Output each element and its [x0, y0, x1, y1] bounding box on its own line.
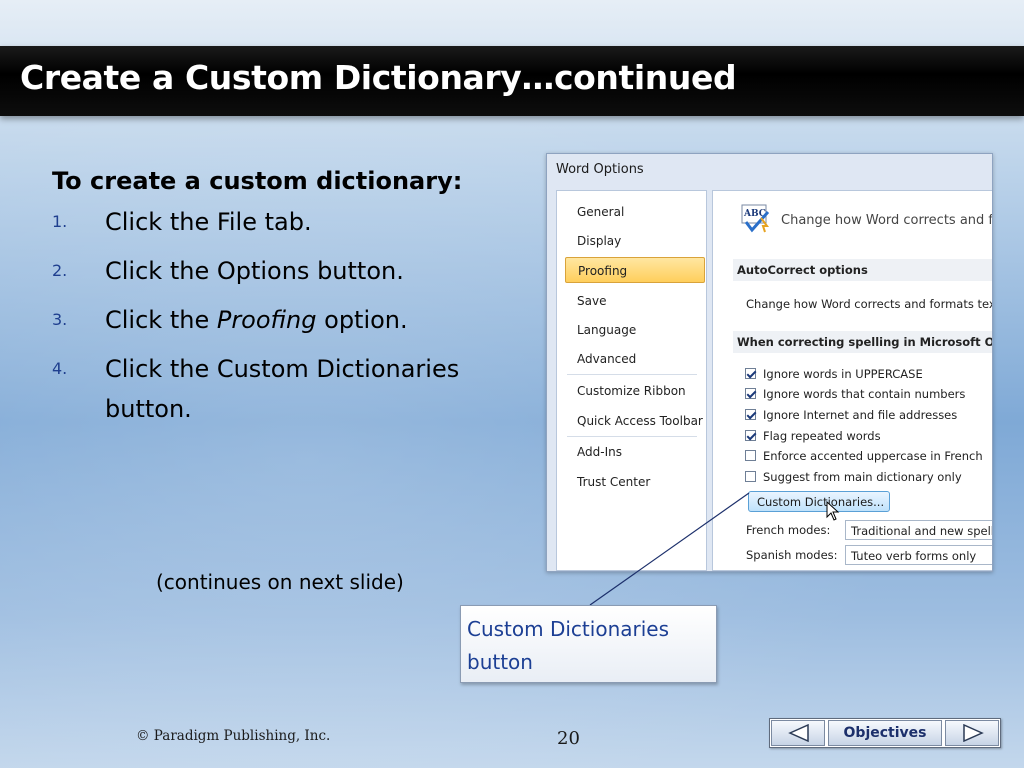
nav-item-proofing[interactable]: Proofing	[565, 257, 705, 283]
page-number: 20	[557, 728, 580, 749]
nav-item-language[interactable]: Language	[577, 323, 636, 337]
checkbox-label: Ignore Internet and file addresses	[763, 408, 958, 422]
autocorrect-section-header: AutoCorrect options	[733, 259, 992, 281]
title-bar: Create a Custom Dictionary…continued	[0, 46, 1024, 116]
checkbox-enforce-french[interactable]: Enforce accented uppercase in French	[745, 449, 983, 465]
checkbox-label: Enforce accented uppercase in French	[763, 449, 983, 463]
checkbox-checked[interactable]	[745, 409, 756, 420]
nav-item-trust-center[interactable]: Trust Center	[577, 475, 650, 489]
french-modes-label: French modes:	[746, 523, 831, 537]
slide-title: Create a Custom Dictionary…continued	[20, 58, 737, 97]
copyright-text: © Paradigm Publishing, Inc.	[136, 728, 331, 744]
word-options-dialog: Word Options General Display Proofing Sa…	[546, 153, 993, 572]
step-text-emphasis: Proofing	[216, 306, 317, 334]
step-item: 2. Click the Options button.	[52, 251, 472, 291]
previous-slide-button[interactable]	[771, 720, 825, 746]
step-text: Click the Custom Dictionaries button.	[105, 355, 460, 423]
left-triangle-icon	[788, 724, 809, 742]
nav-item-add-ins[interactable]: Add-Ins	[577, 445, 622, 459]
abc-check-icon: ABC	[741, 204, 770, 233]
step-text-pre: Click the	[105, 306, 217, 334]
step-list: 1. Click the File tab. 2. Click the Opti…	[52, 202, 472, 429]
right-triangle-icon	[963, 724, 984, 742]
checkbox-ignore-internet[interactable]: Ignore Internet and file addresses	[745, 408, 957, 424]
step-text: Click the File tab.	[105, 208, 312, 236]
step-item: 1. Click the File tab.	[52, 202, 472, 242]
continues-note: (continues on next slide)	[156, 570, 404, 594]
checkbox-ignore-numbers[interactable]: Ignore words that contain numbers	[745, 387, 965, 403]
checkbox-label: Flag repeated words	[763, 429, 881, 443]
checkbox-label: Ignore words that contain numbers	[763, 387, 966, 401]
dialog-title: Word Options	[556, 162, 644, 177]
checkbox-ignore-uppercase[interactable]: Ignore words in UPPERCASE	[745, 367, 923, 383]
spanish-modes-label: Spanish modes:	[746, 548, 838, 562]
proofing-header: Change how Word corrects and f	[781, 213, 993, 228]
intro-text: To create a custom dictionary:	[52, 167, 463, 195]
callout-box: Custom Dictionaries button	[460, 605, 717, 683]
spelling-section-header: When correcting spelling in Microsoft Of…	[733, 331, 992, 353]
proofing-panel: ABC Change how Word corrects and f AutoC…	[712, 190, 993, 571]
autocorrect-description: Change how Word corrects and formats tex	[746, 297, 993, 311]
slide-navigation: Objectives	[769, 718, 1001, 748]
mouse-cursor-icon	[826, 501, 840, 521]
nav-divider	[567, 374, 697, 375]
checkbox-checked[interactable]	[745, 430, 756, 441]
next-slide-button[interactable]	[945, 720, 999, 746]
nav-divider	[567, 436, 697, 437]
options-nav-panel: General Display Proofing Save Language A…	[556, 190, 707, 571]
nav-item-general[interactable]: General	[577, 205, 624, 219]
step-number: 4.	[52, 359, 68, 378]
step-number: 2.	[52, 261, 68, 280]
step-item: 3. Click the Proofing option.	[52, 300, 472, 340]
step-number: 3.	[52, 310, 68, 329]
nav-item-display[interactable]: Display	[577, 234, 621, 248]
step-text: Click the Options button.	[105, 257, 404, 285]
checkbox-checked[interactable]	[745, 368, 756, 379]
step-text-post: option.	[316, 306, 408, 334]
checkbox-flag-repeated[interactable]: Flag repeated words	[745, 429, 881, 445]
nav-item-customize-ribbon[interactable]: Customize Ribbon	[577, 384, 686, 398]
spanish-modes-select[interactable]: Tuteo verb forms only	[845, 545, 992, 565]
objectives-button[interactable]: Objectives	[828, 720, 942, 746]
slide-body: To create a custom dictionary: 1. Click …	[52, 162, 472, 438]
checkbox-unchecked[interactable]	[745, 471, 756, 482]
checkbox-label: Suggest from main dictionary only	[763, 470, 962, 484]
step-number: 1.	[52, 212, 68, 231]
checkbox-main-dictionary[interactable]: Suggest from main dictionary only	[745, 470, 962, 486]
custom-dictionaries-button[interactable]: Custom Dictionaries...	[748, 491, 890, 512]
french-modes-select[interactable]: Traditional and new spell	[845, 520, 992, 540]
checkbox-label: Ignore words in UPPERCASE	[763, 367, 923, 381]
nav-item-quick-access-toolbar[interactable]: Quick Access Toolbar	[577, 414, 703, 428]
checkbox-unchecked[interactable]	[745, 450, 756, 461]
checkbox-checked[interactable]	[745, 388, 756, 399]
nav-item-save[interactable]: Save	[577, 294, 606, 308]
nav-item-advanced[interactable]: Advanced	[577, 352, 636, 366]
step-item: 4. Click the Custom Dictionaries button.	[52, 349, 472, 429]
